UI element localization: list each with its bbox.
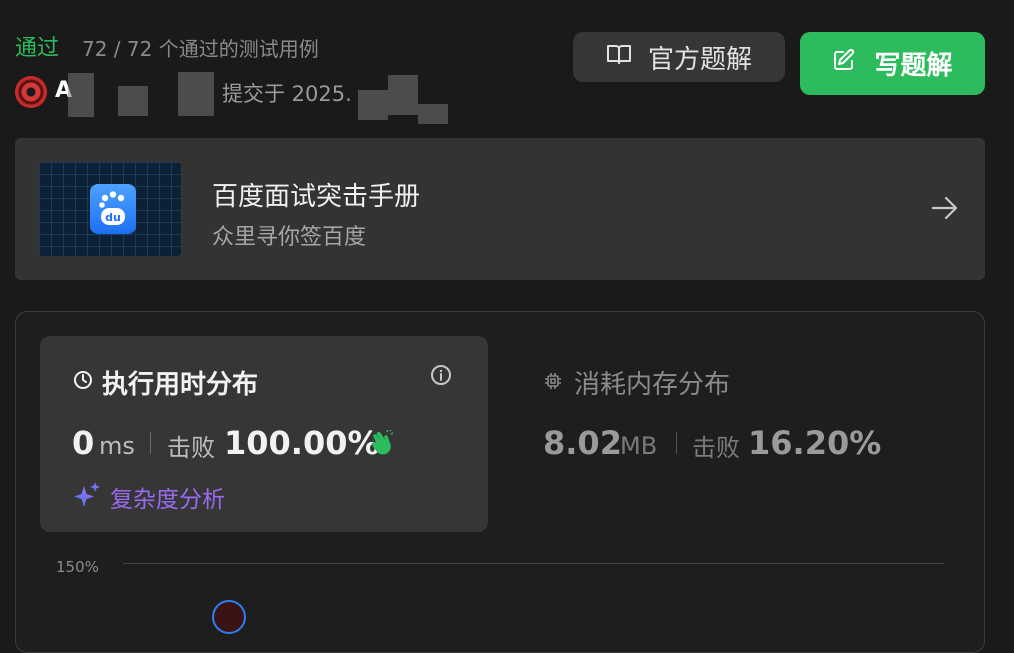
official-solution-button[interactable]: 官方题解 bbox=[573, 32, 785, 82]
baidu-logo-icon: du bbox=[90, 184, 136, 234]
runtime-percentile: 100.00% bbox=[224, 424, 380, 462]
redacted-block bbox=[388, 75, 418, 115]
write-solution-label: 写题解 bbox=[874, 51, 953, 81]
runtime-title: 执行用时分布 bbox=[102, 370, 259, 400]
runtime-value: 0 bbox=[72, 424, 95, 462]
redacted-block bbox=[358, 90, 388, 120]
chart-user-marker[interactable] bbox=[212, 600, 246, 634]
sparkle-icon[interactable] bbox=[72, 480, 102, 514]
memory-title[interactable]: 消耗内存分布 bbox=[574, 364, 730, 401]
divider bbox=[150, 432, 151, 454]
redacted-block bbox=[418, 104, 448, 124]
status-badge: 通过 bbox=[15, 36, 60, 61]
runtime-beat-label: 击败 bbox=[167, 434, 215, 462]
write-solution-button[interactable]: 写题解 bbox=[800, 32, 985, 95]
redacted-block bbox=[178, 72, 214, 116]
arrow-right-icon[interactable] bbox=[930, 194, 960, 226]
redacted-block bbox=[118, 86, 148, 116]
memory-value: 8.02 bbox=[543, 424, 622, 462]
chip-icon bbox=[543, 371, 563, 395]
svg-text:du: du bbox=[105, 211, 121, 224]
official-solution-label: 官方题解 bbox=[647, 44, 752, 75]
info-icon[interactable] bbox=[430, 364, 452, 390]
redacted-block bbox=[68, 73, 94, 117]
test-case-count: 72 / 72 个通过的测试用例 bbox=[82, 37, 319, 61]
chart-gridline bbox=[123, 563, 944, 564]
memory-unit: MB bbox=[620, 432, 658, 460]
complexity-analysis-link[interactable]: 复杂度分析 bbox=[110, 480, 225, 514]
divider bbox=[676, 432, 677, 454]
clock-icon bbox=[73, 370, 93, 394]
banner-subtitle: 众里寻你签百度 bbox=[212, 225, 367, 250]
edit-icon bbox=[832, 48, 856, 79]
clapping-hands-icon bbox=[368, 429, 394, 460]
runtime-unit: ms bbox=[99, 432, 135, 460]
banner-title: 百度面试突击手册 bbox=[212, 182, 421, 212]
memory-percentile: 16.20% bbox=[748, 424, 882, 462]
submission-time: 提交于 2025. bbox=[222, 82, 352, 106]
avatar[interactable] bbox=[15, 76, 47, 108]
y-axis-tick-label: 150% bbox=[56, 558, 99, 576]
memory-beat-label: 击败 bbox=[692, 434, 740, 462]
book-icon bbox=[606, 42, 632, 72]
